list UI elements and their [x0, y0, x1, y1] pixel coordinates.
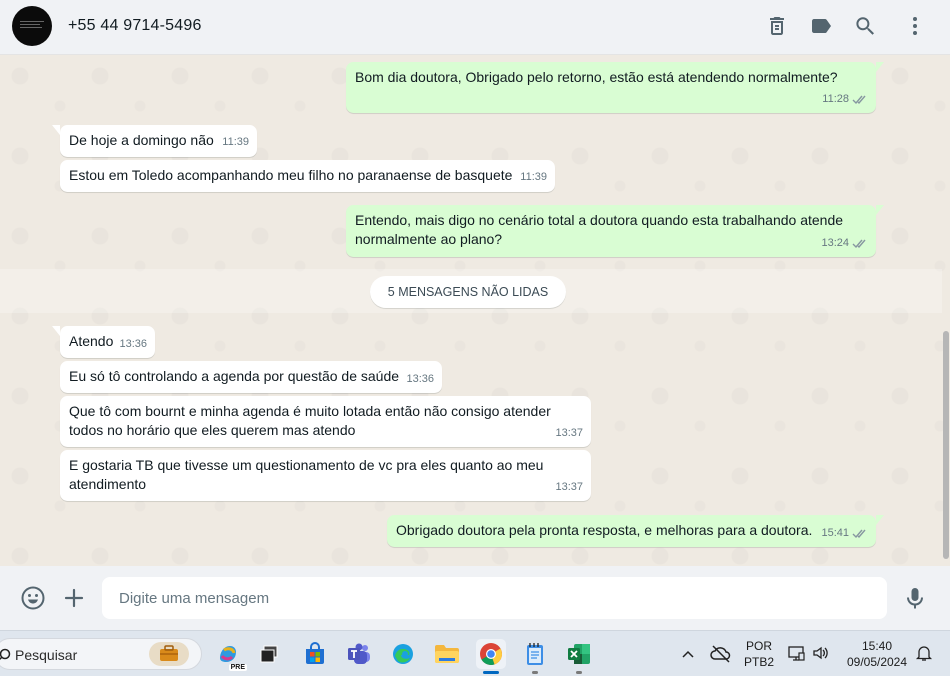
- search-icon[interactable]: [853, 14, 877, 38]
- emoji-icon[interactable]: [20, 585, 46, 611]
- mic-icon[interactable]: [902, 585, 928, 611]
- input-language[interactable]: POR PTB2: [742, 638, 776, 670]
- chevron-up-icon[interactable]: [680, 646, 696, 667]
- search-icon: [0, 648, 11, 661]
- contact-name[interactable]: +55 44 9714-5496: [68, 17, 202, 35]
- menu-icon[interactable]: [903, 14, 927, 38]
- outgoing-message[interactable]: Bom dia doutora, Obrigado pelo retorno, …: [346, 62, 884, 113]
- delete-icon[interactable]: [765, 14, 789, 38]
- message-text: De hoje a domingo não: [69, 132, 214, 148]
- message-time: 11:39: [222, 136, 249, 148]
- clock-time: 15:40: [861, 639, 893, 653]
- conversation-panel[interactable]: Bom dia doutora, Obrigado pelo retorno, …: [0, 56, 950, 566]
- system-clock[interactable]: 15:40 09/05/2024: [840, 638, 914, 670]
- briefcase-icon: [149, 642, 189, 666]
- message-text: Que tô com bournt e minha agenda é muito…: [69, 403, 551, 438]
- copilot-icon[interactable]: PRE: [213, 639, 247, 671]
- scrollbar[interactable]: [942, 56, 950, 566]
- incoming-message[interactable]: Eu só tô controlando a agenda por questã…: [60, 361, 442, 393]
- label-icon[interactable]: [809, 14, 833, 38]
- message-input[interactable]: [102, 577, 887, 619]
- excel-icon[interactable]: [564, 639, 594, 674]
- message-time: 13:37: [555, 427, 583, 439]
- taskbar-search[interactable]: Pesquisar: [0, 638, 202, 670]
- message-time: 11:39: [520, 171, 547, 183]
- network-icon[interactable]: [787, 644, 805, 667]
- outgoing-message[interactable]: Obrigado doutora pela pronta resposta, e…: [387, 515, 884, 547]
- incoming-message[interactable]: Que tô com bournt e minha agenda é muito…: [60, 396, 591, 447]
- taskbar-search-label: Pesquisar: [15, 647, 78, 663]
- message-text: Entendo, mais digo no cenário total a do…: [355, 212, 844, 247]
- edge-icon[interactable]: [388, 639, 418, 669]
- task-view-icon[interactable]: [254, 639, 284, 669]
- incoming-message[interactable]: Estou em Toledo acompanhando meu filho n…: [60, 160, 555, 192]
- message-time: 13:24: [821, 234, 868, 253]
- onedrive-offline-icon[interactable]: [710, 644, 732, 669]
- message-text: Eu só tô controlando a agenda por questã…: [69, 368, 400, 384]
- double-check-icon: [852, 95, 866, 105]
- incoming-message[interactable]: De hoje a domingo não 11:39: [52, 125, 257, 157]
- message-time: 13:36: [406, 373, 434, 385]
- pre-badge: PRE: [228, 664, 247, 671]
- message-text: Obrigado doutora pela pronta resposta, e…: [396, 522, 813, 538]
- store-icon[interactable]: [300, 639, 330, 669]
- volume-icon[interactable]: [812, 644, 830, 667]
- unread-messages-badge: 5 MENSAGENS NÃO LIDAS: [370, 276, 566, 308]
- incoming-message[interactable]: Atendo 13:36: [52, 326, 155, 358]
- windows-taskbar: Pesquisar PRE POR PTB2 15:40 09/05/2024: [0, 630, 950, 676]
- double-check-icon: [852, 529, 866, 539]
- clock-date: 09/05/2024: [846, 655, 908, 669]
- message-time: 15:41: [821, 524, 868, 543]
- message-time: 11:28: [822, 90, 868, 109]
- teams-icon[interactable]: [344, 639, 374, 669]
- double-check-icon: [852, 239, 866, 249]
- scrollbar-thumb[interactable]: [943, 331, 949, 559]
- message-time: 13:36: [119, 338, 147, 350]
- notepad-icon[interactable]: [520, 639, 550, 674]
- contact-avatar[interactable]: [12, 6, 52, 46]
- chrome-icon[interactable]: [476, 639, 506, 674]
- message-time: 13:37: [555, 481, 583, 493]
- incoming-message[interactable]: E gostaria TB que tivesse um questioname…: [60, 450, 591, 501]
- chat-header: +55 44 9714-5496: [0, 0, 950, 55]
- message-composer: [0, 566, 950, 630]
- file-explorer-icon[interactable]: [432, 639, 462, 669]
- message-text: Estou em Toledo acompanhando meu filho n…: [69, 167, 513, 183]
- notification-bell-icon[interactable]: [915, 644, 933, 667]
- message-text: E gostaria TB que tivesse um questioname…: [69, 457, 544, 492]
- outgoing-message[interactable]: Entendo, mais digo no cenário total a do…: [346, 205, 884, 257]
- plus-icon[interactable]: [61, 585, 87, 611]
- message-text: Bom dia doutora, Obrigado pelo retorno, …: [355, 69, 838, 85]
